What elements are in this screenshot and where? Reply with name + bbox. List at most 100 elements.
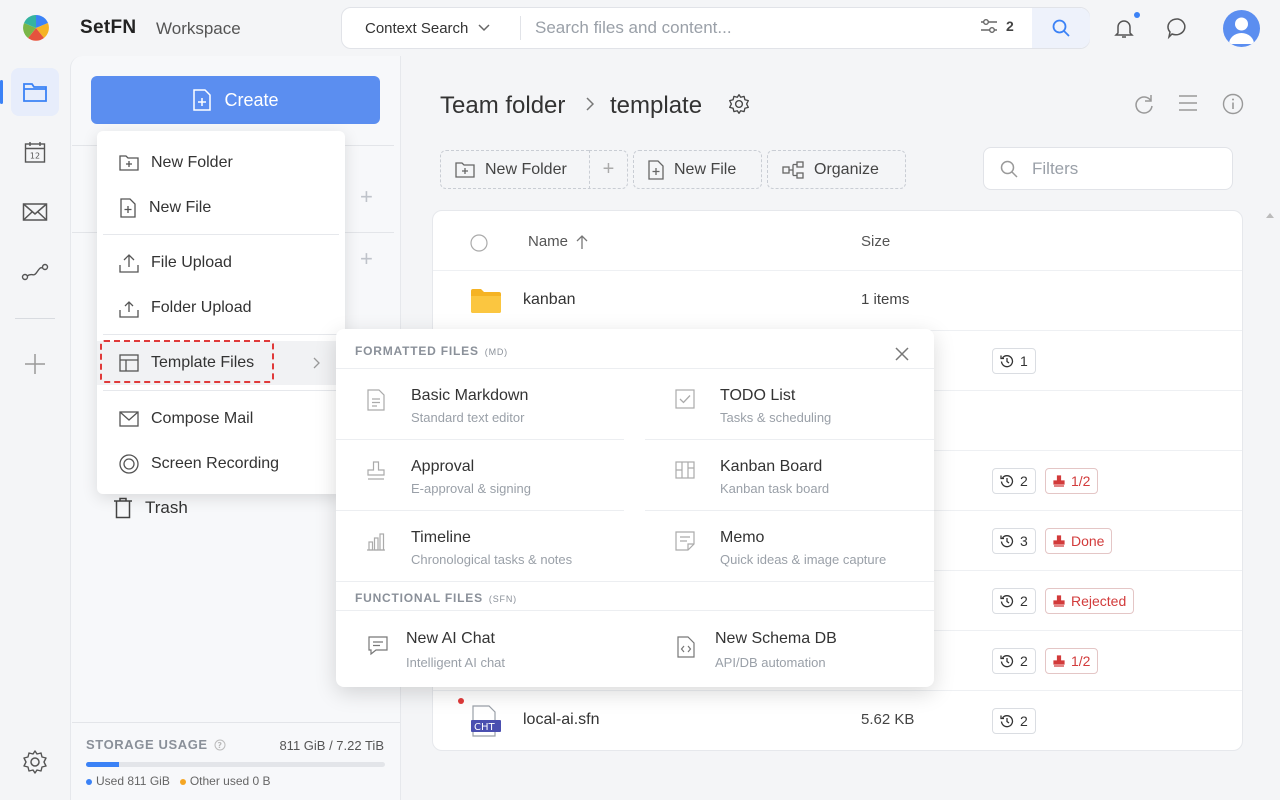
file-name[interactable]: local-ai.sfn [523, 711, 599, 729]
menu-item-new-folder[interactable]: New Folder [97, 141, 345, 185]
filters-input[interactable]: Filters [983, 147, 1233, 190]
workflow-icon [21, 262, 49, 282]
history-count: 3 [1020, 533, 1028, 549]
template-kanban-board[interactable]: Kanban Board Kanban task board [645, 440, 929, 510]
version-history-badge[interactable]: 2 [992, 468, 1036, 494]
template-basic-markdown[interactable]: Basic Markdown Standard text editor [336, 369, 620, 439]
checkbox-icon [675, 389, 695, 409]
new-folder-more-button[interactable]: + [589, 150, 628, 189]
rail-workflow-button[interactable] [11, 248, 59, 296]
formatted-files-heading: FORMATTED FILES (MD) [355, 344, 508, 358]
help-circle-icon[interactable]: ? [214, 739, 226, 751]
menu-item-screen-recording[interactable]: Screen Recording [97, 442, 345, 486]
mail-icon [119, 411, 139, 427]
rail-mail-button[interactable] [11, 188, 59, 236]
folder-icon [470, 288, 502, 314]
approval-status-badge[interactable]: 1/2 [1045, 468, 1099, 494]
template-new-ai-chat[interactable]: New AI Chat Intelligent AI chat [336, 616, 620, 686]
version-history-badge[interactable]: 3 [992, 528, 1036, 554]
menu-item-folder-upload[interactable]: Folder Upload [97, 286, 345, 330]
rail-files-button[interactable] [11, 68, 59, 116]
document-icon [366, 389, 386, 411]
file-plus-icon [192, 89, 212, 111]
history-icon [1000, 534, 1014, 548]
template-timeline[interactable]: Timeline Chronological tasks & notes [336, 511, 620, 581]
list-view-icon[interactable] [1178, 94, 1198, 112]
storage-progress-bar [86, 762, 385, 767]
unread-dot [458, 698, 464, 704]
version-history-badge[interactable]: 1 [992, 348, 1036, 374]
scroll-up-arrow-icon[interactable] [1266, 212, 1274, 218]
trash-label: Trash [145, 498, 188, 517]
table-row[interactable]: CHT local-ai.sfn 5.62 KB 2 [433, 691, 1242, 750]
version-history-badge[interactable]: 2 [992, 648, 1036, 674]
formatted-files-title: FORMATTED FILES [355, 344, 479, 358]
template-title: Kanban Board [720, 458, 823, 475]
functional-files-heading: FUNCTIONAL FILES (SFN) [355, 591, 517, 605]
approval-status-badge[interactable]: Rejected [1045, 588, 1135, 614]
column-header-size[interactable]: Size [861, 233, 890, 250]
info-icon[interactable] [1222, 93, 1244, 115]
search-button[interactable] [1032, 8, 1090, 48]
version-history-badge[interactable]: 2 [992, 708, 1036, 734]
search-input[interactable] [535, 17, 965, 39]
create-dropdown-menu: New Folder New File File Upload Folder U… [97, 131, 345, 494]
user-avatar[interactable] [1223, 10, 1260, 47]
menu-item-file-upload[interactable]: File Upload [97, 241, 345, 285]
organize-button[interactable]: Organize [767, 150, 906, 189]
menu-item-compose-mail[interactable]: Compose Mail [97, 397, 345, 441]
version-history-badge[interactable]: 2 [992, 588, 1036, 614]
add-section-plus-icon[interactable]: + [360, 246, 373, 272]
template-approval[interactable]: Approval E-approval & signing [336, 440, 620, 510]
file-size: 5.62 KB [861, 711, 915, 728]
template-new-schema-db[interactable]: New Schema DB API/DB automation [645, 616, 929, 686]
select-all-checkbox[interactable] [470, 234, 488, 252]
app-logo-icon[interactable] [22, 14, 50, 42]
refresh-icon[interactable] [1133, 93, 1155, 115]
workspace-label: Workspace [156, 19, 241, 38]
svg-text:?: ? [217, 741, 222, 750]
folder-settings-gear-icon[interactable] [728, 93, 750, 115]
template-title: Memo [720, 529, 765, 546]
new-folder-button[interactable]: New Folder [440, 150, 589, 189]
template-todo-list[interactable]: TODO List Tasks & scheduling [645, 369, 929, 439]
rail-settings-button[interactable] [11, 738, 59, 786]
close-icon[interactable] [895, 347, 909, 361]
context-search-dropdown[interactable]: Context Search [342, 8, 520, 48]
new-file-button[interactable]: New File [633, 150, 762, 189]
history-icon [1000, 654, 1014, 668]
new-file-label: New File [674, 160, 737, 178]
organize-label: Organize [814, 160, 879, 178]
storage-usage-title: STORAGE USAGE ? [86, 737, 226, 752]
rail-add-button[interactable] [11, 340, 59, 388]
column-name-label: Name [528, 233, 569, 250]
template-description: Chronological tasks & notes [411, 552, 573, 567]
sidebar-item-trash[interactable]: Trash [113, 497, 188, 519]
bar-chart-icon [366, 531, 386, 551]
breadcrumb-root[interactable]: Team folder [440, 92, 565, 120]
template-title: TODO List [720, 387, 796, 404]
search-filter-button[interactable]: 2 [980, 18, 1014, 34]
approval-status-badge[interactable]: 1/2 [1045, 648, 1099, 674]
history-icon [1000, 354, 1014, 368]
column-header-name[interactable]: Name [528, 233, 588, 250]
menu-divider [103, 334, 339, 335]
stamp-icon [1053, 654, 1065, 668]
file-name[interactable]: kanban [523, 291, 576, 309]
table-row[interactable]: kanban 1 items [433, 271, 1242, 331]
menu-item-new-file[interactable]: New File [97, 186, 345, 230]
rail-divider [15, 318, 55, 319]
add-section-plus-icon[interactable]: + [360, 184, 373, 210]
chat-bubble-icon[interactable] [1166, 16, 1190, 40]
approval-status-badge[interactable]: Done [1045, 528, 1113, 554]
notification-bell-icon[interactable] [1112, 16, 1136, 40]
sort-ascending-icon [576, 234, 588, 250]
create-button[interactable]: Create [91, 76, 380, 124]
template-memo[interactable]: Memo Quick ideas & image capture [645, 511, 929, 581]
plus-icon [23, 352, 47, 376]
template-description: E-approval & signing [411, 481, 531, 496]
rail-calendar-button[interactable]: 12 [11, 128, 59, 176]
gear-icon [22, 749, 48, 775]
functional-files-tag: (SFN) [488, 594, 517, 604]
mail-icon [22, 202, 48, 222]
